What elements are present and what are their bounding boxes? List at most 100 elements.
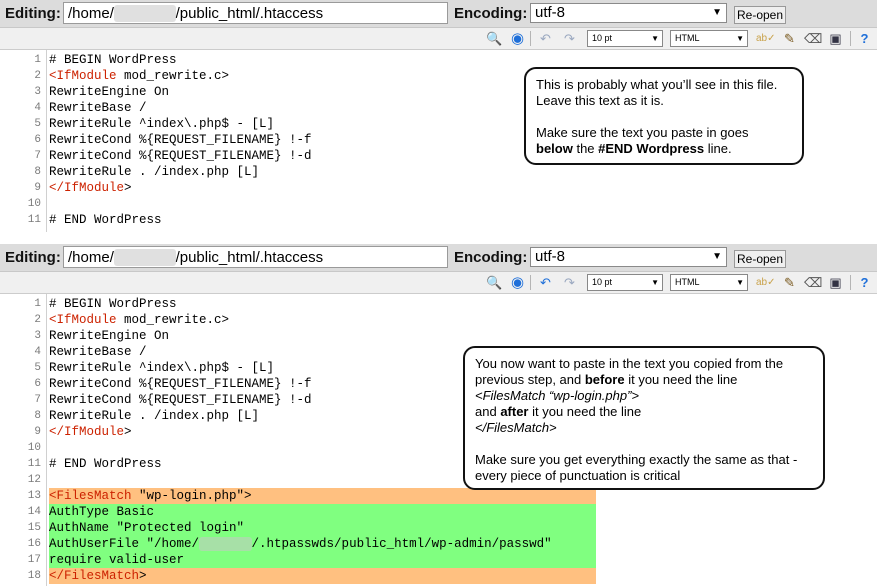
path-redacted: cwenvwe [113, 5, 176, 22]
tag-token: </IfModule [49, 181, 125, 195]
fullscreen-icon[interactable]: ▣ [827, 274, 844, 291]
line-number: 2 [34, 314, 41, 326]
tag-token: <IfModule [49, 69, 117, 83]
line-number: 6 [34, 134, 41, 146]
chevron-down-icon: ▼ [712, 7, 722, 18]
redo-icon[interactable]: ↷ [561, 274, 578, 291]
callout-text: and after it you need the line [475, 404, 813, 420]
highlight-icon[interactable]: ✎ [781, 274, 798, 291]
syntax-mode-select[interactable]: HTML ▼ [670, 274, 748, 291]
line-number: 5 [34, 362, 41, 374]
callout-text: Leave this text as it is. [536, 93, 664, 108]
encoding-select[interactable]: utf-8 ▼ [530, 247, 727, 267]
help-icon[interactable]: ? [856, 30, 873, 47]
font-size-select[interactable]: 10 pt ▼ [587, 274, 663, 291]
highlight-icon[interactable]: ✎ [781, 30, 798, 47]
chevron-down-icon: ▼ [736, 34, 744, 43]
line-number: 16 [27, 538, 41, 550]
eraser-icon[interactable]: ⌫ [804, 30, 822, 47]
callout-bold: #END Wordpress [598, 141, 705, 156]
find-icon[interactable]: 🔍 [486, 274, 503, 291]
syntax-mode-value: HTML [675, 33, 700, 43]
file-path-field[interactable]: /home/cwenvwe/public_html/.htaccess [63, 2, 448, 24]
redo-icon[interactable]: ↷ [561, 30, 578, 47]
line-number: 8 [34, 410, 41, 422]
line-number: 9 [34, 426, 41, 438]
line-text: RewriteCond %{REQUEST_FILENAME} !-f [49, 377, 312, 391]
tag-token: </FilesMatch [49, 569, 140, 583]
code-line: 8 RewriteRule . /index.php [L] [0, 164, 877, 180]
line-text: RewriteCond %{REQUEST_FILENAME} !-d [49, 393, 312, 407]
undo-icon[interactable]: ↶ [537, 274, 554, 291]
instruction-callout-1: This is probably what you’ll see in this… [524, 67, 804, 165]
code-line: 1 # BEGIN WordPress [0, 52, 877, 68]
line-rest: mod_rewrite.c> [116, 313, 230, 327]
line-text: RewriteCond %{REQUEST_FILENAME} !-d [49, 149, 312, 163]
line-rest: > [139, 569, 147, 583]
line-text: AuthName "Protected login" [49, 521, 245, 535]
code-line: 11 # END WordPress [0, 212, 877, 228]
code-line-highlighted: 14 AuthType Basic [0, 504, 877, 520]
toolbar-divider [850, 31, 851, 46]
callout-text: it you need the line [528, 404, 642, 419]
line-number: 8 [34, 166, 41, 178]
encoding-value: utf-8 [535, 4, 566, 21]
callout-text: and [475, 404, 501, 419]
line-text: RewriteEngine On [49, 329, 170, 343]
line-text: RewriteEngine On [49, 85, 170, 99]
line-text: RewriteRule ^index\.php$ - [L] [49, 117, 275, 131]
find-icon[interactable]: 🔍 [486, 30, 503, 47]
line-text: # BEGIN WordPress [49, 53, 177, 67]
line-text: AuthType Basic [49, 505, 155, 519]
help-icon[interactable]: ? [856, 274, 873, 291]
line-number: 18 [27, 570, 41, 582]
line-text: </IfModule> [49, 180, 132, 196]
encoding-select[interactable]: utf-8 ▼ [530, 3, 727, 23]
line-number: 11 [27, 458, 41, 470]
callout-text: This is probably what you’ll see in this… [536, 77, 778, 92]
eraser-icon[interactable]: ⌫ [804, 274, 822, 291]
line-rest: "wp-login.php"> [131, 489, 252, 503]
syntax-mode-value: HTML [675, 277, 700, 287]
code-line: 1 # BEGIN WordPress [0, 296, 877, 312]
line-text: <IfModule mod_rewrite.c> [49, 68, 229, 84]
line-number: 17 [27, 554, 41, 566]
line-number: 9 [34, 182, 41, 194]
spellcheck-icon[interactable]: ab✓ [756, 274, 776, 291]
callout-bold: below [536, 141, 573, 156]
tag-token: <IfModule [49, 313, 117, 327]
code-line-highlighted: 18 </FilesMatch> [0, 568, 877, 584]
line-text: # END WordPress [49, 457, 162, 471]
spellcheck-icon[interactable]: ab✓ [756, 30, 776, 47]
line-text: RewriteRule . /index.php [L] [49, 409, 260, 423]
callout-text: below the #END Wordpress line. [536, 141, 792, 157]
line-number: 6 [34, 378, 41, 390]
font-size-value: 10 pt [592, 277, 613, 287]
file-path-field[interactable]: /home/cwenvwe/public_html/.htaccess [63, 246, 448, 268]
line-number: 15 [27, 522, 41, 534]
goto-icon[interactable]: ◉ [509, 274, 526, 291]
undo-icon[interactable]: ↶ [537, 30, 554, 47]
editor-toolbar: 🔍 ◉ ↶ ↷ 10 pt ▼ HTML ▼ ab✓ ✎ ⌫ ▣ ? [0, 28, 877, 50]
line-number: 10 [27, 442, 41, 454]
reopen-button[interactable]: Re-open [734, 250, 786, 268]
line-rest: mod_rewrite.c> [116, 69, 230, 83]
callout-text: line. [704, 141, 732, 156]
code-line: 2 <IfModule mod_rewrite.c> [0, 312, 877, 328]
chevron-down-icon: ▼ [651, 278, 659, 287]
line-text: <FilesMatch "wp-login.php"> [49, 488, 252, 504]
instruction-callout-2: You now want to paste in the text you co… [463, 346, 825, 490]
line-text: # END WordPress [49, 213, 162, 227]
line-text: require valid-user [49, 553, 185, 567]
syntax-mode-select[interactable]: HTML ▼ [670, 30, 748, 47]
editor-header: Editing: /home/cwenvwe/public_html/.htac… [0, 244, 877, 272]
callout-text: Make sure you get everything exactly the… [475, 452, 798, 467]
goto-icon[interactable]: ◉ [509, 30, 526, 47]
line-number: 4 [34, 346, 41, 358]
toolbar-divider [850, 275, 851, 290]
font-size-select[interactable]: 10 pt ▼ [587, 30, 663, 47]
callout-italic: <FilesMatch “wp-login.php”> [475, 388, 813, 404]
reopen-button[interactable]: Re-open [734, 6, 786, 24]
fullscreen-icon[interactable]: ▣ [827, 30, 844, 47]
toolbar-divider [530, 275, 531, 290]
